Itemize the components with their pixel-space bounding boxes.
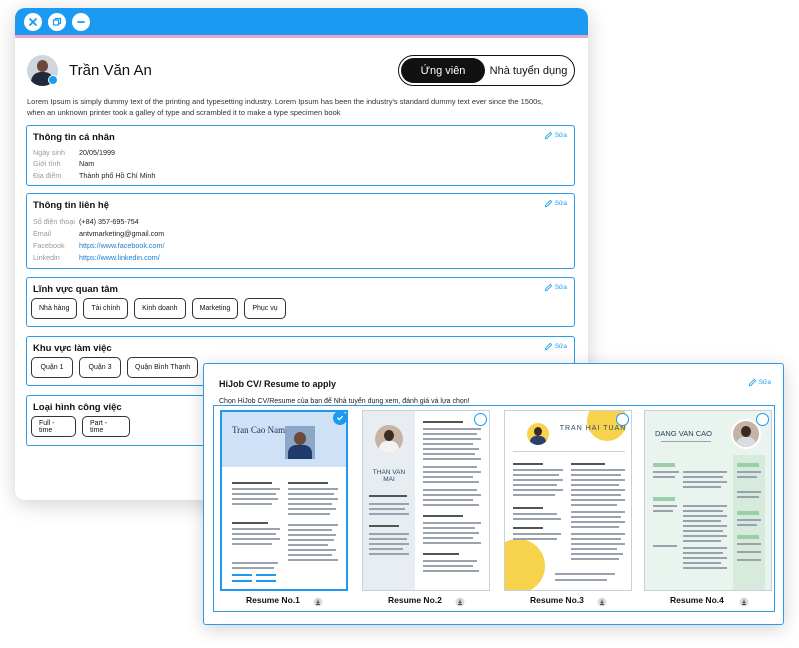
pencil-icon <box>544 131 552 140</box>
resume-2-radio[interactable] <box>474 413 487 426</box>
edit-work-area-button[interactable]: Sửa <box>544 342 567 351</box>
window-titlebar <box>15 8 588 38</box>
profile-header: Trần Văn An <box>27 55 152 86</box>
pencil-icon <box>544 342 552 351</box>
job-type-title: Loại hình công việc <box>33 402 122 413</box>
work-area-chip[interactable]: Quận 1 <box>31 357 73 378</box>
resume-4-label[interactable]: Resume No.4 <box>670 595 724 605</box>
download-icon[interactable] <box>313 594 323 607</box>
employer-role-button[interactable]: Nhà tuyển dụng <box>485 58 572 83</box>
email-value: antvmarketing@gmail.com <box>79 229 165 238</box>
pencil-icon <box>748 378 756 387</box>
gender-row: Giới tính Nam <box>33 159 94 168</box>
candidate-role-button[interactable]: Ứng viên <box>401 58 485 83</box>
resume-4-name: DANG VAN CAO <box>655 429 712 438</box>
interests-chips: Nhà hàng Tài chính Kinh doanh Marketing … <box>31 298 286 319</box>
interest-chip[interactable]: Kinh doanh <box>134 298 186 319</box>
profile-bio: Lorem Ipsum is simply dummy text of the … <box>27 97 544 117</box>
resume-1-label[interactable]: Resume No.1 <box>246 595 300 605</box>
gender-value: Nam <box>79 159 95 168</box>
place-row: Địa điểm Thành phố Hồ Chí Minh <box>33 171 155 180</box>
job-type-chip[interactable]: Part - time <box>82 416 130 437</box>
minimize-icon[interactable] <box>72 12 90 31</box>
resume-3-label[interactable]: Resume No.3 <box>530 595 584 605</box>
resume-1-name: Tran Cao Nam <box>232 425 286 435</box>
edit-personal-button[interactable]: Sửa <box>544 131 567 140</box>
linkedin-row: Linkedin https://www.linkedin.com/ <box>33 253 160 262</box>
work-area-chip[interactable]: Quận 3 <box>79 357 121 378</box>
resume-3-name: TRAN HAI TUAN <box>559 425 627 432</box>
restore-icon[interactable] <box>48 12 66 31</box>
job-type-chip[interactable]: Full - time <box>31 416 76 437</box>
popup-subtitle: Chọn HiJob CV/Resume của bạn để Nhà tuyể… <box>219 398 470 405</box>
profile-name: Trần Văn An <box>69 62 152 79</box>
popup-title: HiJob CV/ Resume to apply <box>219 379 337 389</box>
personal-info-card: Thông tin cá nhân Sửa Ngày sinh 20/05/19… <box>26 125 575 186</box>
personal-info-title: Thông tin cá nhân <box>33 132 115 143</box>
phone-row: Số điện thoại (+84) 357-695-754 <box>33 217 139 226</box>
phone-label: Số điện thoại <box>33 217 75 226</box>
contact-info-card: Thông tin liên hệ Sửa Số điện thoại (+84… <box>26 193 575 269</box>
resume-3-radio[interactable] <box>616 413 629 426</box>
edit-contact-button[interactable]: Sửa <box>544 199 567 208</box>
interest-chip[interactable]: Phục vụ <box>244 298 286 319</box>
resume-2-name: THAN VAN MAI <box>372 469 406 483</box>
interests-title: Lĩnh vực quan tâm <box>33 284 118 295</box>
resume-thumbnail-3[interactable]: TRAN HAI TUAN <box>504 410 632 591</box>
email-row: Email antvmarketing@gmail.com <box>33 229 164 238</box>
facebook-link[interactable]: https://www.facebook.com/ <box>79 241 165 250</box>
work-area-title: Khu vực làm việc <box>33 343 112 354</box>
contact-info-title: Thông tin liên hệ <box>33 200 109 211</box>
linkedin-label: Linkedin <box>33 253 60 262</box>
phone-value: (+84) 357-695-754 <box>79 217 139 226</box>
resume-thumbnail-4[interactable]: DANG VAN CAO <box>644 410 772 591</box>
birth-row: Ngày sinh 20/05/1999 <box>33 148 115 157</box>
cv-selection-popup: HiJob CV/ Resume to apply Sửa Chọn HiJob… <box>203 363 784 625</box>
gender-label: Giới tính <box>33 159 61 168</box>
interest-chip[interactable]: Tài chính <box>83 298 129 319</box>
birth-value: 20/05/1999 <box>79 148 115 157</box>
facebook-row: Facebook https://www.facebook.com/ <box>33 241 165 250</box>
birth-label: Ngày sinh <box>33 148 65 157</box>
edit-label: Sửa <box>758 379 771 386</box>
resume-thumbnail-1[interactable]: Tran Cao Nam <box>220 410 348 591</box>
resume-3-photo <box>527 423 549 445</box>
resume-3-accent <box>505 539 545 590</box>
resume-thumbnail-2[interactable]: THAN VAN MAI <box>362 410 490 591</box>
download-icon[interactable] <box>739 594 749 607</box>
cv-list: Tran Cao Nam Resume No.1 THAN VAN MAI Re… <box>213 405 775 612</box>
email-label: Email <box>33 229 51 238</box>
close-icon[interactable] <box>24 12 42 31</box>
place-value: Thành phố Hồ Chí Minh <box>79 171 156 180</box>
job-type-chips: Full - time Part - time <box>31 416 130 437</box>
facebook-label: Facebook <box>33 241 65 250</box>
pencil-icon <box>544 199 552 208</box>
download-icon[interactable] <box>597 594 607 607</box>
interest-chip[interactable]: Marketing <box>191 298 239 319</box>
place-label: Địa điểm <box>33 171 62 180</box>
work-area-chips: Quận 1 Quận 3 Quận Bình Thạnh <box>31 357 199 378</box>
download-icon[interactable] <box>455 594 465 607</box>
edit-label: Sửa <box>554 132 567 139</box>
selected-check-icon <box>333 412 346 425</box>
edit-label: Sửa <box>554 200 567 207</box>
edit-label: Sửa <box>554 343 567 350</box>
work-area-chip[interactable]: Quận Bình Thạnh <box>127 357 199 378</box>
pencil-icon <box>544 283 552 292</box>
resume-4-radio[interactable] <box>756 413 769 426</box>
resume-2-photo <box>375 425 403 453</box>
role-toggle[interactable]: Ứng viên Nhà tuyển dụng <box>398 55 575 86</box>
avatar-camera-icon[interactable] <box>48 75 58 85</box>
resume-2-label[interactable]: Resume No.2 <box>388 595 442 605</box>
edit-interests-button[interactable]: Sửa <box>544 283 567 292</box>
interest-chip[interactable]: Nhà hàng <box>31 298 78 319</box>
linkedin-link[interactable]: https://www.linkedin.com/ <box>79 253 160 262</box>
interests-card: Lĩnh vực quan tâm Sửa Nhà hàng Tài chính… <box>26 277 575 327</box>
resume-1-header <box>222 412 346 467</box>
resume-1-photo <box>285 426 315 459</box>
edit-cv-button[interactable]: Sửa <box>748 378 771 387</box>
edit-label: Sửa <box>554 284 567 291</box>
